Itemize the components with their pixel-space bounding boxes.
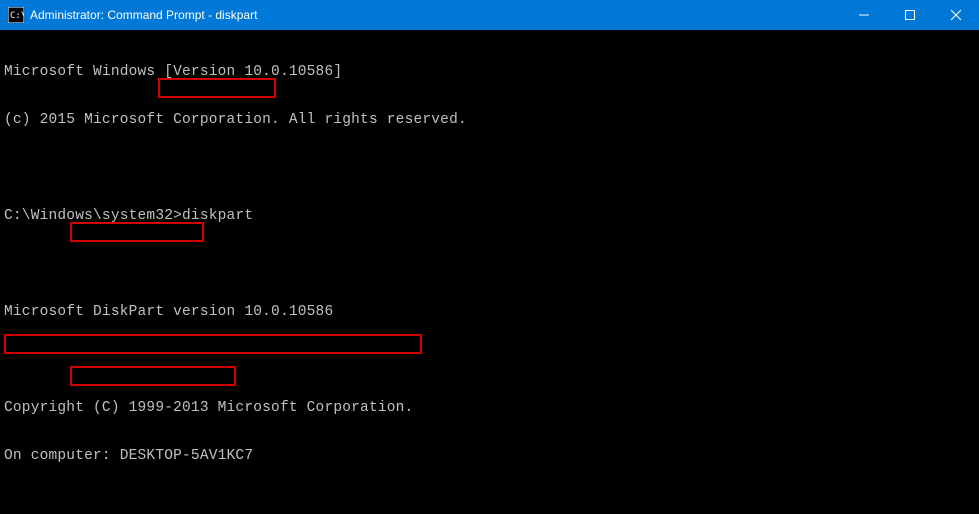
- titlebar[interactable]: C:\ Administrator: Command Prompt - disk…: [0, 0, 979, 30]
- output-line: [4, 496, 975, 512]
- maximize-button[interactable]: [887, 0, 933, 30]
- command-prompt-window: C:\ Administrator: Command Prompt - disk…: [0, 0, 979, 514]
- svg-text:C:\: C:\: [10, 11, 24, 21]
- terminal-area[interactable]: Microsoft Windows [Version 10.0.10586] (…: [0, 30, 979, 514]
- window-controls: [841, 0, 979, 30]
- output-line: [4, 160, 975, 176]
- output-line: [4, 256, 975, 272]
- prompt: C:\Windows\system32>: [4, 208, 182, 224]
- command-diskpart: diskpart: [182, 208, 253, 224]
- output-line: Copyright (C) 1999-2013 Microsoft Corpor…: [4, 400, 975, 416]
- highlight-disk3-row: [4, 334, 422, 354]
- output-line: Microsoft DiskPart version 10.0.10586: [4, 304, 975, 320]
- highlight-diskpart: [158, 78, 276, 98]
- highlight-select-disk: [70, 366, 236, 386]
- prompt-line: C:\Windows\system32>diskpart: [4, 208, 975, 224]
- highlight-list-disk: [70, 222, 204, 242]
- cmd-icon: C:\: [8, 7, 24, 23]
- output-line: [4, 352, 975, 368]
- window-title: Administrator: Command Prompt - diskpart: [30, 8, 841, 22]
- output-line: On computer: DESKTOP-5AV1KC7: [4, 448, 975, 464]
- close-button[interactable]: [933, 0, 979, 30]
- minimize-button[interactable]: [841, 0, 887, 30]
- output-line: (c) 2015 Microsoft Corporation. All righ…: [4, 112, 975, 128]
- output-line: Microsoft Windows [Version 10.0.10586]: [4, 64, 975, 80]
